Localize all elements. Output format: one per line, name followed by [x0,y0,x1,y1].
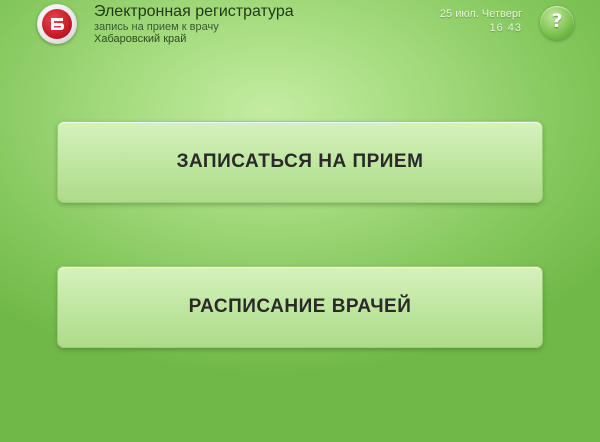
date-display: 25 июл. Четверг [439,8,522,20]
header: Электронная регистратура запись на прием… [0,0,600,52]
time-display: 16 43 [489,22,522,34]
make-appointment-label: ЗАПИСАТЬСЯ НА ПРИЕМ [176,151,424,172]
make-appointment-button[interactable]: ЗАПИСАТЬСЯ НА ПРИЕМ [57,121,543,203]
help-button[interactable]: ? [540,6,574,40]
app-title: Электронная регистратура [94,3,294,20]
app-subtitle: запись на прием к врачу [94,21,219,33]
logo-mark [51,18,64,30]
doctor-schedule-label: РАСПИСАНИЕ ВРАЧЕЙ [188,296,412,317]
registry-logo-icon [37,4,77,44]
question-icon: ? [551,10,563,32]
region-label: Хабаровский край [94,33,187,45]
doctor-schedule-button[interactable]: РАСПИСАНИЕ ВРАЧЕЙ [57,266,543,348]
